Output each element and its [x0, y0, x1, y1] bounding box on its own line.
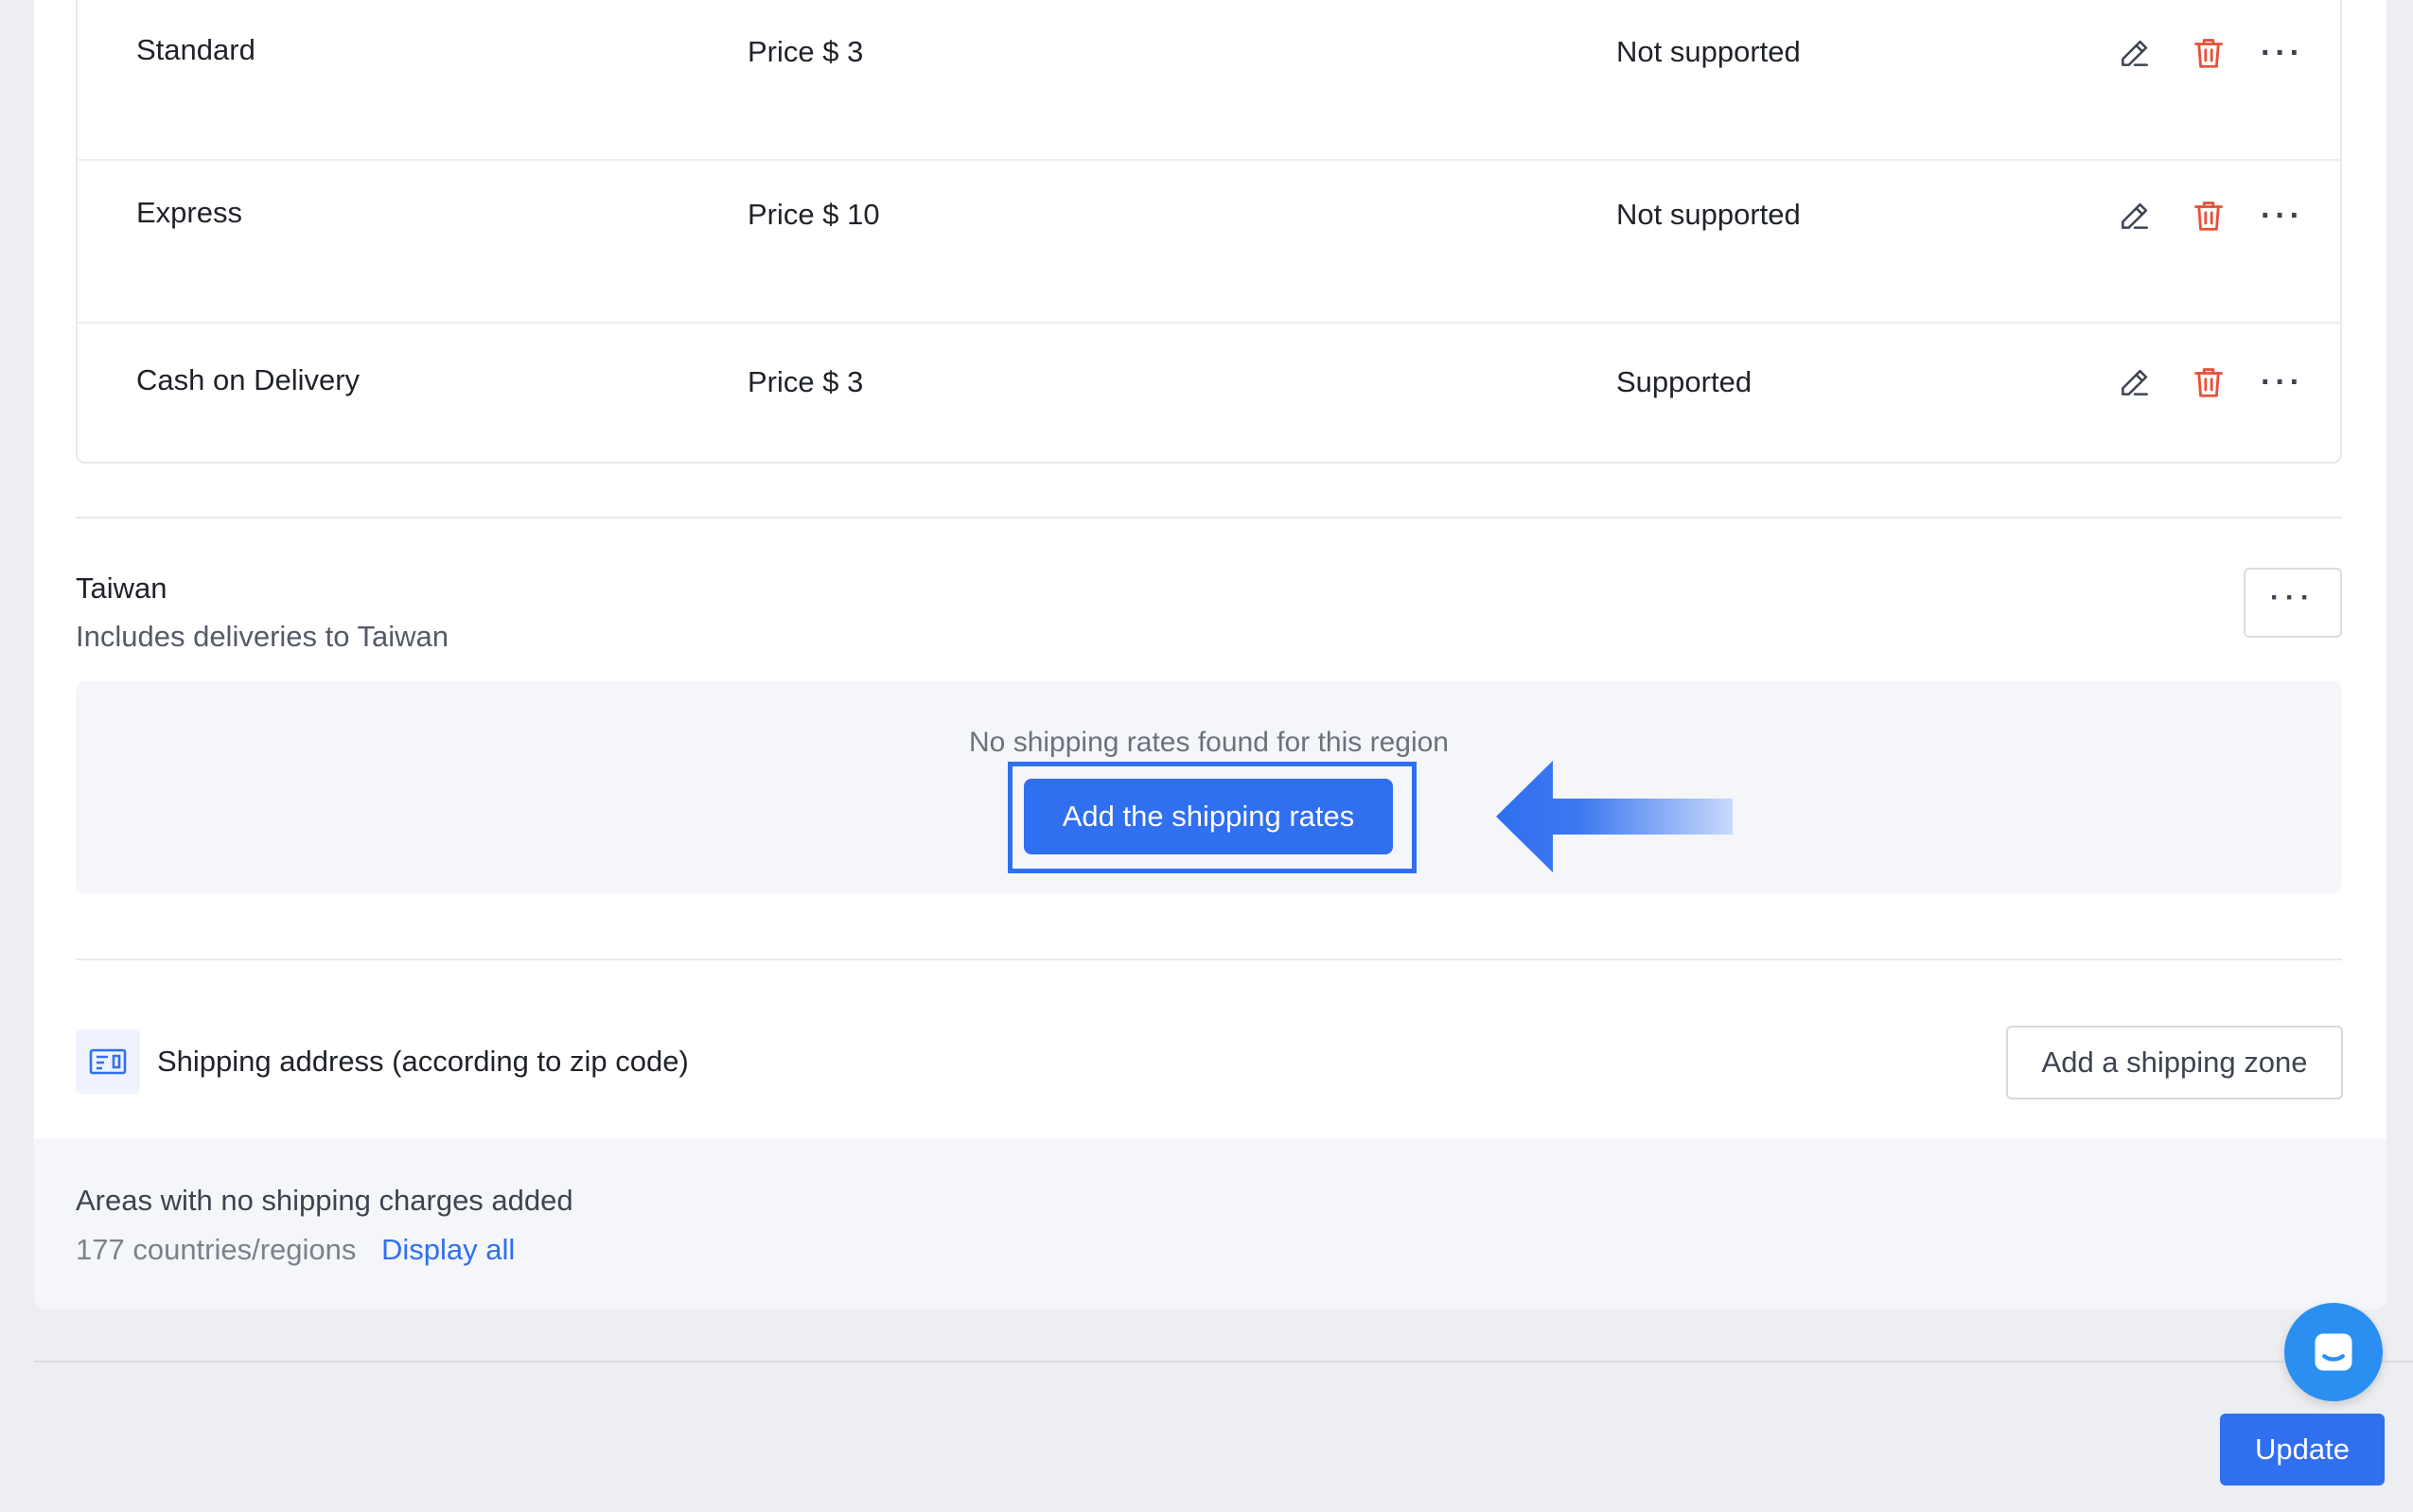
table-row: Standard Price $ 3 Not supported ···	[78, 0, 2340, 161]
rate-cod-status: Not supported	[1616, 198, 1801, 231]
table-row: Express Price $ 10 Not supported ···	[78, 161, 2340, 324]
section-divider	[76, 517, 2342, 519]
rate-price: Price $ 3	[748, 35, 864, 68]
update-button[interactable]: Update	[2220, 1414, 2385, 1486]
zone-title: Taiwan	[76, 571, 167, 605]
trash-icon[interactable]	[2172, 187, 2246, 244]
rate-name: Cash on Delivery	[136, 363, 361, 396]
pointer-arrow-icon	[1496, 761, 1733, 872]
row-actions: ···	[2098, 354, 2319, 411]
trash-icon[interactable]	[2172, 25, 2246, 81]
more-horizontal-icon[interactable]: ···	[2246, 25, 2319, 81]
no-charge-areas-section: Areas with no shipping charges added 177…	[34, 1139, 2387, 1310]
rate-cod-status: Supported	[1616, 365, 1753, 398]
rate-cod-status: Not supported	[1616, 35, 1801, 68]
chat-support-icon[interactable]	[2284, 1303, 2383, 1401]
add-shipping-rates-button[interactable]: Add the shipping rates	[1024, 779, 1393, 854]
rate-price: Price $ 3	[748, 365, 864, 398]
display-all-link[interactable]: Display all	[381, 1233, 515, 1267]
no-charge-areas-count: 177 countries/regions	[76, 1233, 357, 1266]
address-card-icon	[76, 1029, 140, 1094]
no-charge-areas-title: Areas with no shipping charges added	[76, 1184, 573, 1217]
row-actions: ···	[2098, 25, 2319, 81]
edit-pencil-icon[interactable]	[2098, 25, 2172, 81]
section-divider	[76, 958, 2342, 960]
more-horizontal-icon[interactable]: ···	[2246, 187, 2319, 244]
trash-icon[interactable]	[2172, 354, 2246, 411]
row-actions: ···	[2098, 187, 2319, 244]
more-horizontal-icon[interactable]: ···	[2246, 354, 2319, 411]
rate-name: Express	[136, 196, 242, 229]
empty-rates-message: No shipping rates found for this region	[969, 727, 1449, 758]
rate-name: Standard	[136, 33, 255, 66]
add-shipping-zone-button[interactable]: Add a shipping zone	[2006, 1026, 2343, 1099]
shipping-address-label: Shipping address (according to zip code)	[157, 1045, 689, 1078]
edit-pencil-icon[interactable]	[2098, 187, 2172, 244]
table-row: Cash on Delivery Price $ 3 Supported ···	[78, 324, 2340, 466]
more-horizontal-icon: ···	[2270, 582, 2316, 613]
shipping-settings-card: Standard Price $ 3 Not supported ··· Exp…	[34, 0, 2387, 1310]
zone-subtitle: Includes deliveries to Taiwan	[76, 620, 449, 653]
edit-pencil-icon[interactable]	[2098, 354, 2172, 411]
rate-price: Price $ 10	[748, 198, 880, 231]
zone-more-button[interactable]: ···	[2244, 568, 2342, 638]
page-divider	[34, 1361, 2413, 1363]
shipping-rates-table: Standard Price $ 3 Not supported ··· Exp…	[76, 0, 2342, 464]
